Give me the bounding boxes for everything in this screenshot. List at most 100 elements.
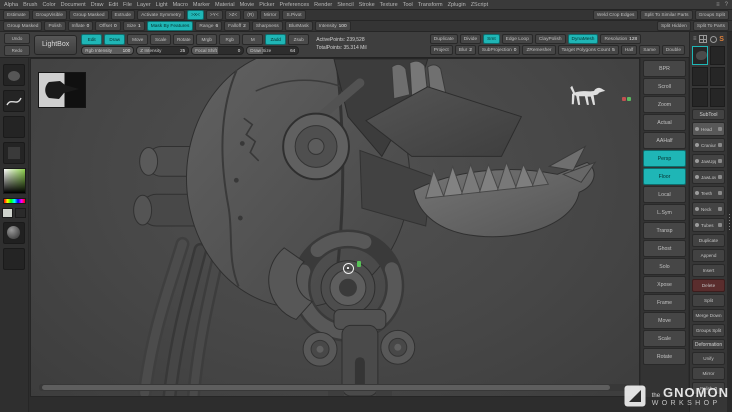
- geometry-button[interactable]: Edge Loop: [501, 34, 533, 44]
- right-shelf-button[interactable]: Xpose: [643, 276, 686, 293]
- geometry-button[interactable]: Blur 2: [454, 45, 476, 55]
- sculpt-toggle-icon[interactable]: [718, 191, 722, 195]
- sculpt-toggle-icon[interactable]: [718, 143, 722, 147]
- current-tool-thumbnail[interactable]: [692, 46, 708, 65]
- help-icon[interactable]: ?: [725, 2, 728, 8]
- color-picker[interactable]: [2, 168, 26, 194]
- menu-item[interactable]: Macro: [173, 2, 188, 8]
- eye-icon[interactable]: [695, 223, 699, 227]
- hamburger-icon[interactable]: ≡: [693, 36, 697, 42]
- tool-thumbnail[interactable]: [692, 67, 708, 86]
- dock-button[interactable]: Size 1: [122, 21, 145, 31]
- dock-button[interactable]: Polish: [44, 21, 66, 31]
- right-shelf-button[interactable]: Actual: [643, 114, 686, 131]
- dock-button[interactable]: Group Masked: [3, 21, 43, 31]
- menu-item[interactable]: Edit: [109, 2, 118, 8]
- texture-thumbnail[interactable]: [3, 142, 25, 164]
- deformation-header[interactable]: Deformation: [692, 339, 725, 350]
- subtool-row[interactable]: Cranium: [692, 138, 725, 152]
- subtool-action-button[interactable]: Insert: [692, 264, 725, 277]
- menu-item[interactable]: Preferences: [280, 2, 310, 8]
- subtool-action-button[interactable]: Duplicate: [692, 234, 725, 247]
- menu-item[interactable]: Brush: [23, 2, 37, 8]
- viewport-canvas[interactable]: [30, 58, 640, 397]
- horizontal-scrollbar[interactable]: [39, 384, 631, 391]
- dock-button[interactable]: >Z<: [224, 10, 242, 20]
- circle-icon[interactable]: [709, 35, 717, 43]
- paint-mode-button[interactable]: Mrgb: [196, 34, 218, 45]
- right-shelf-button[interactable]: Frame: [643, 294, 686, 311]
- menu-item[interactable]: Zplugin: [448, 2, 466, 8]
- right-shelf-button[interactable]: BPR: [643, 60, 686, 77]
- model-3d[interactable]: [31, 59, 639, 396]
- shelf-slider[interactable]: Draw Size 64: [246, 46, 300, 55]
- dock-button[interactable]: >X<: [187, 10, 204, 20]
- geometry-button[interactable]: ZRemesher: [522, 45, 556, 55]
- right-shelf-button[interactable]: Local: [643, 186, 686, 203]
- dock-button[interactable]: Estimate: [3, 10, 30, 20]
- geometry-button[interactable]: Half: [620, 45, 638, 55]
- subtool-row[interactable]: Tubes: [692, 218, 725, 232]
- geometry-button[interactable]: Same: [639, 45, 660, 55]
- menu-item[interactable]: Movie: [240, 2, 255, 8]
- geometry-button[interactable]: Project: [429, 45, 453, 55]
- scrollbar-thumb[interactable]: [42, 385, 611, 390]
- eye-icon[interactable]: [695, 207, 699, 211]
- dock-button[interactable]: Extrude: [110, 10, 136, 20]
- sculpt-toggle-icon[interactable]: [718, 175, 722, 179]
- menu-item[interactable]: Alpha: [4, 2, 18, 8]
- subtool-row[interactable]: JawUpper: [692, 154, 725, 168]
- tool-thumbnail[interactable]: [692, 88, 708, 107]
- menu-item[interactable]: Stencil: [337, 2, 354, 8]
- deformation-button[interactable]: Mirror: [692, 367, 725, 380]
- axis-gizmo[interactable]: [622, 97, 631, 101]
- subtool-action-button[interactable]: Merge Down: [692, 309, 725, 322]
- dock-button[interactable]: Falloff 2: [224, 21, 250, 31]
- dock-button[interactable]: Offset 0: [95, 21, 121, 31]
- mode-button[interactable]: Scale: [150, 34, 172, 45]
- lightbox-button[interactable]: LightBox: [34, 34, 78, 55]
- paint-mode-button[interactable]: Rgb: [219, 34, 241, 45]
- spotlight-icon[interactable]: S: [719, 36, 724, 43]
- tool-thumbnail[interactable]: [709, 67, 725, 86]
- geometry-button[interactable]: Resolution 128: [600, 34, 642, 44]
- menu-item[interactable]: Color: [42, 2, 55, 8]
- dock-button[interactable]: Split Hidden: [656, 21, 691, 31]
- menu-item[interactable]: Tool: [403, 2, 413, 8]
- mode-button[interactable]: Rotate: [173, 34, 195, 45]
- menu-item[interactable]: Marker: [193, 2, 210, 8]
- right-shelf-button[interactable]: L.Sym: [643, 204, 686, 221]
- menu-item[interactable]: Picker: [259, 2, 274, 8]
- grid-icon[interactable]: [699, 35, 708, 43]
- dock-button[interactable]: Mirror: [259, 10, 281, 20]
- shelf-slider[interactable]: Z Intensity 25: [136, 46, 190, 55]
- right-shelf-button[interactable]: Floor: [643, 168, 686, 185]
- geometry-button[interactable]: Target Polygons Count 5: [557, 45, 619, 55]
- menu-item[interactable]: Document: [61, 2, 86, 8]
- shelf-slider[interactable]: Rgb Intensity 100: [81, 46, 135, 55]
- right-shelf-button[interactable]: Scroll: [643, 78, 686, 95]
- geometry-button[interactable]: Double: [661, 45, 685, 55]
- right-shelf-button[interactable]: Zoom: [643, 96, 686, 113]
- eye-icon[interactable]: [695, 127, 699, 131]
- tool-thumbnail[interactable]: [709, 46, 725, 65]
- dock-button[interactable]: GroupVisible: [31, 10, 68, 20]
- hamburger-icon[interactable]: ≡: [716, 2, 720, 8]
- menu-item[interactable]: File: [123, 2, 132, 8]
- menu-item[interactable]: Stroke: [359, 2, 375, 8]
- right-shelf-button[interactable]: Persp: [643, 150, 686, 167]
- right-shelf-button[interactable]: Move: [643, 312, 686, 329]
- secondary-color-swatch[interactable]: [15, 208, 26, 218]
- dock-button[interactable]: Range 6: [195, 21, 223, 31]
- paint-mode-button[interactable]: M: [242, 34, 264, 45]
- mini-button[interactable]: Redo: [4, 45, 30, 56]
- eye-icon[interactable]: [695, 159, 699, 163]
- dock-button[interactable]: Intensity 100: [314, 21, 351, 31]
- dock-button[interactable]: BlurMask: [284, 21, 313, 31]
- hue-strip[interactable]: [2, 198, 26, 204]
- sculpt-toggle-icon[interactable]: [718, 127, 722, 131]
- dock-button[interactable]: >Y<: [205, 10, 223, 20]
- deformation-button[interactable]: Unify: [692, 352, 725, 365]
- right-shelf-button[interactable]: Transp: [643, 222, 686, 239]
- mode-button[interactable]: Move: [127, 34, 149, 45]
